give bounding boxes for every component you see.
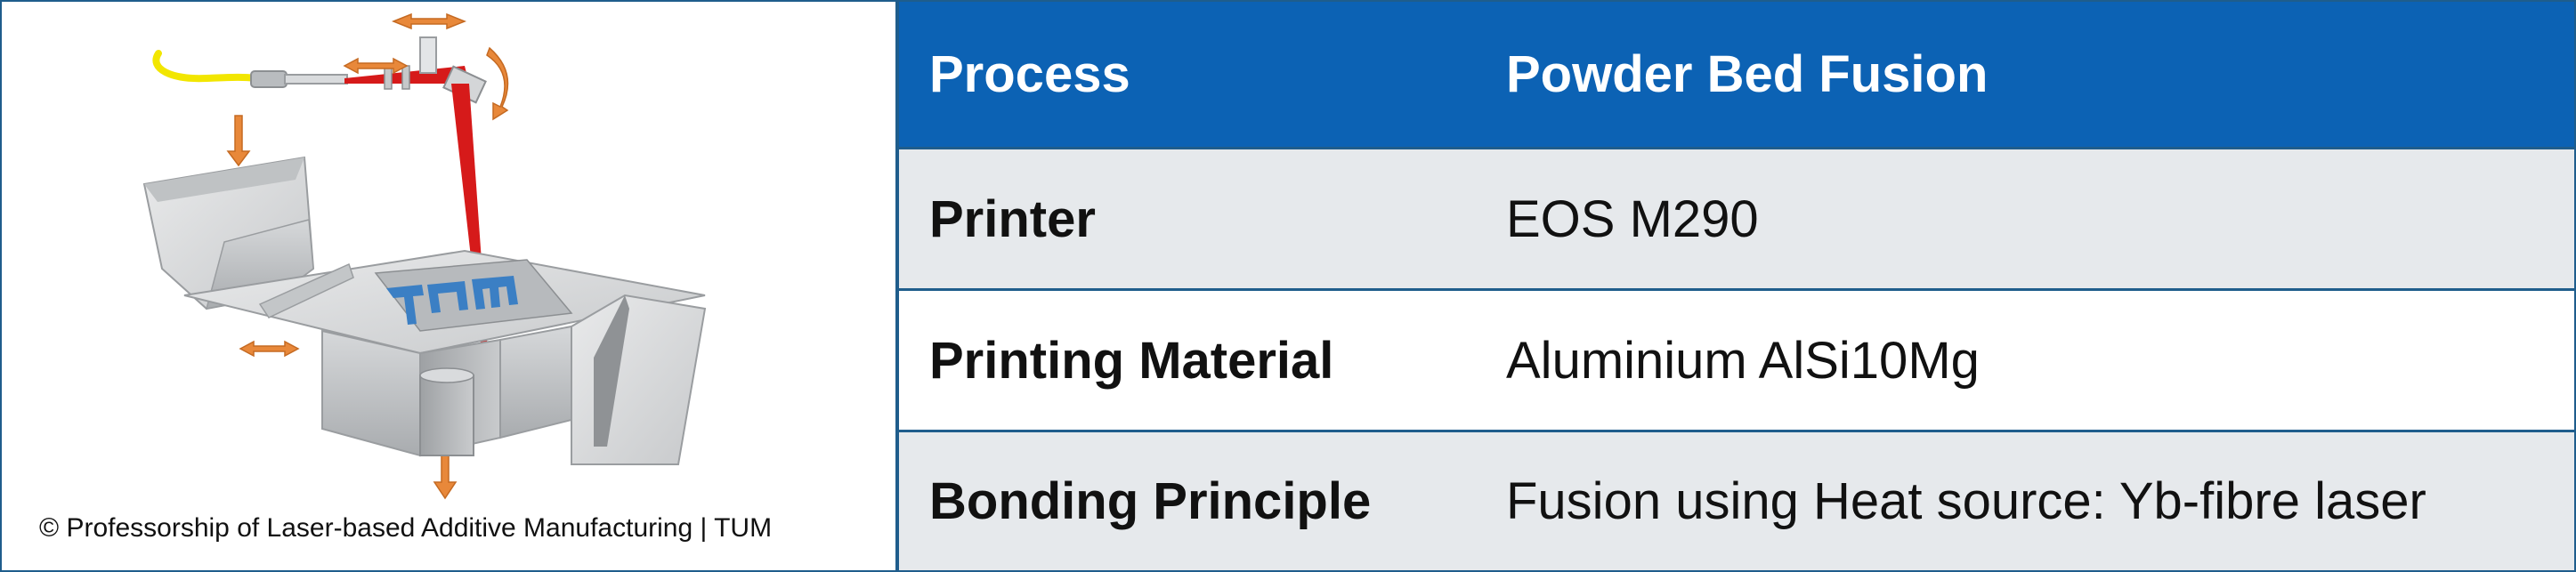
header-value-process: Powder Bed Fusion — [1506, 45, 1989, 103]
overflow-chamber — [571, 294, 707, 465]
table-row-printer: Printer EOS M290 — [899, 147, 2574, 288]
row-value-printer: EOS M290 — [1506, 189, 1759, 248]
row-key-printer: Printer — [929, 189, 1096, 248]
scanner-mirror-column — [419, 36, 437, 74]
table-row-bonding: Bonding Principle Fusion using Heat sour… — [899, 430, 2574, 570]
build-chamber-left — [321, 329, 421, 457]
table-header-row: Process Powder Bed Fusion — [899, 2, 2574, 147]
build-piston — [419, 375, 474, 456]
row-value-material: Aluminium AlSi10Mg — [1506, 331, 1980, 390]
powder-bed-fusion-illustration — [142, 12, 707, 500]
printer-illustration-panel: © Professorship of Laser-based Additive … — [2, 2, 899, 570]
row-key-bonding: Bonding Principle — [929, 472, 1372, 530]
row-value-bonding: Fusion using Heat source: Yb-fibre laser — [1506, 472, 2426, 530]
process-spec-card: © Professorship of Laser-based Additive … — [0, 0, 2576, 572]
header-key-process: Process — [929, 45, 1130, 103]
row-key-material: Printing Material — [929, 331, 1334, 390]
image-credit: © Professorship of Laser-based Additive … — [39, 513, 773, 543]
optical-fiber-cable — [152, 50, 259, 83]
table-row-material: Printing Material Aluminium AlSi10Mg — [899, 288, 2574, 430]
build-chamber-right — [499, 325, 572, 439]
fiber-connector — [250, 70, 288, 88]
process-spec-table: Process Powder Bed Fusion Printer EOS M2… — [899, 2, 2574, 570]
